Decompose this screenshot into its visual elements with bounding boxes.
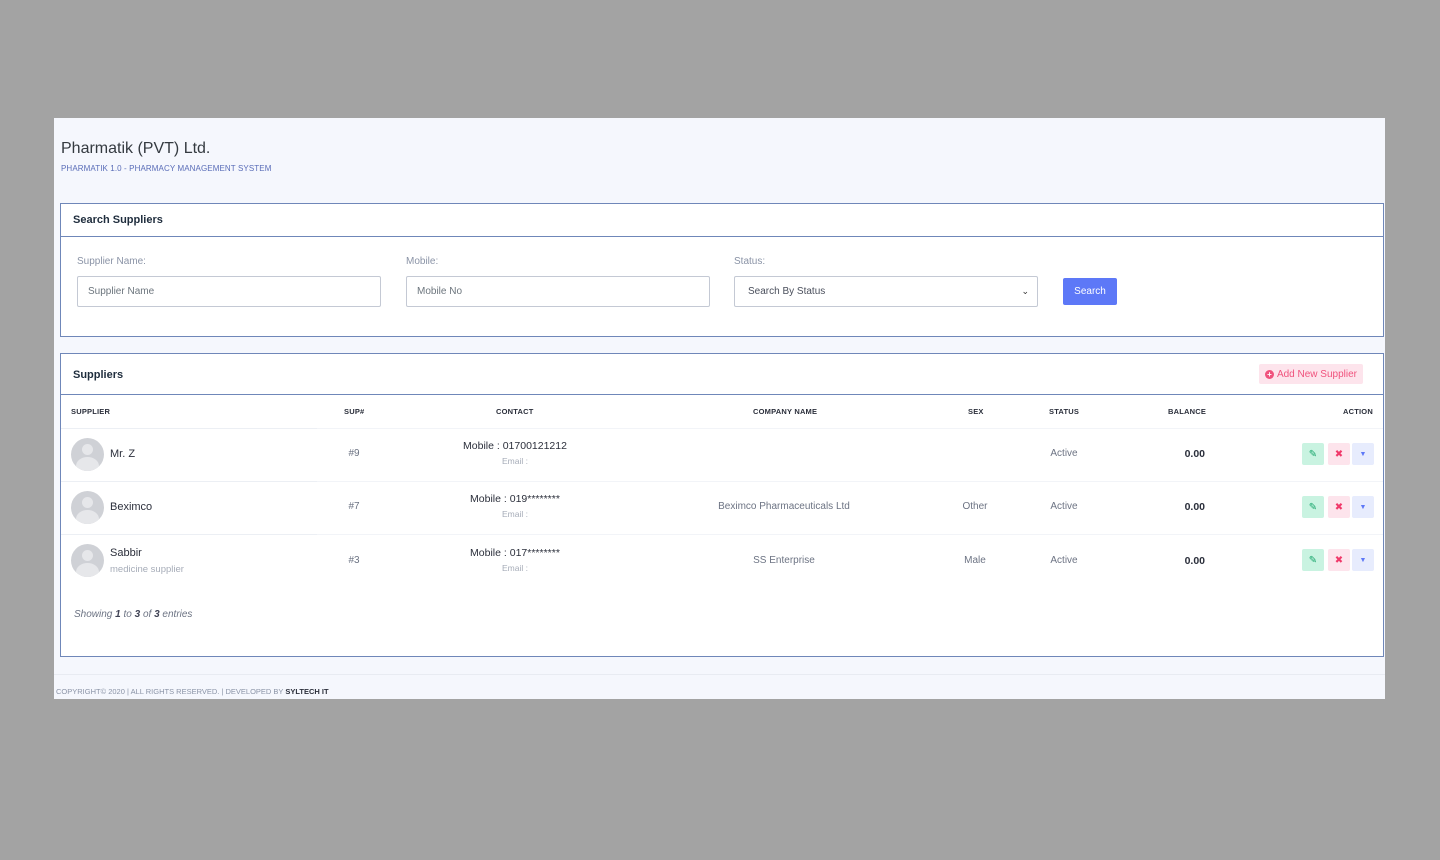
page-subtitle: PHARMATIK 1.0 - PHARMACY MANAGEMENT SYST… bbox=[61, 164, 272, 173]
close-icon: ✖ bbox=[1334, 501, 1344, 513]
chevron-down-icon: ▼ bbox=[1359, 503, 1367, 511]
supplier-balance: 0.00 bbox=[1184, 448, 1205, 460]
add-new-supplier-button[interactable]: + Add New Supplier bbox=[1258, 364, 1363, 384]
suppliers-card-title: Suppliers bbox=[73, 369, 124, 381]
row-divider bbox=[317, 428, 1383, 429]
suppliers-card: Suppliers + Add New Supplier SUPPLIER SU… bbox=[60, 353, 1384, 657]
column-header-action: ACTION bbox=[1343, 407, 1373, 416]
column-header-supplier[interactable]: SUPPLIER bbox=[71, 407, 110, 416]
supplier-name-input[interactable] bbox=[77, 276, 381, 307]
edit-button[interactable]: ✎ bbox=[1302, 496, 1324, 518]
supplier-number: #7 bbox=[348, 501, 360, 512]
footer-developer-link[interactable]: SYLTECH IT bbox=[285, 687, 328, 696]
status-text: Active bbox=[1050, 501, 1078, 512]
company-name: SS Enterprise bbox=[753, 555, 815, 566]
close-icon: ✖ bbox=[1334, 448, 1344, 460]
search-button[interactable]: Search bbox=[1063, 278, 1117, 305]
suppliers-card-header: Suppliers + Add New Supplier bbox=[61, 354, 1383, 395]
contact-email: Email : bbox=[502, 509, 528, 519]
supplier-name: Beximco bbox=[110, 501, 153, 513]
mobile-label: Mobile: bbox=[406, 256, 439, 267]
column-header-balance[interactable]: BALANCE bbox=[1168, 407, 1206, 416]
footer-divider bbox=[54, 674, 1385, 675]
table-row: Mr. Z #9 Mobile : 01700121212 Email : Ac… bbox=[61, 428, 1383, 481]
chevron-down-icon: ▼ bbox=[1359, 556, 1367, 564]
status-select-value: Search By Status bbox=[748, 286, 826, 297]
row-divider bbox=[61, 428, 317, 429]
more-actions-button[interactable]: ▼ bbox=[1352, 443, 1374, 465]
supplier-name-label: Supplier Name: bbox=[77, 256, 146, 267]
footer-copyright: COPYRIGHT© 2020 | ALL RIGHTS RESERVED. |… bbox=[56, 687, 284, 696]
supplier-name: Mr. Z bbox=[110, 448, 136, 460]
pencil-icon: ✎ bbox=[1308, 448, 1318, 460]
chevron-down-icon: ▼ bbox=[1359, 450, 1367, 458]
search-card-title: Search Suppliers bbox=[61, 204, 1383, 237]
supplier-balance: 0.00 bbox=[1184, 555, 1205, 567]
page-title: Pharmatik (PVT) Ltd. bbox=[61, 140, 211, 157]
mobile-input[interactable] bbox=[406, 276, 710, 307]
delete-button[interactable]: ✖ bbox=[1328, 496, 1350, 518]
supplier-balance: 0.00 bbox=[1184, 501, 1205, 513]
plus-circle-icon: + bbox=[1264, 369, 1274, 379]
column-header-status[interactable]: STATUS bbox=[1049, 407, 1079, 416]
status-label: Status: bbox=[734, 256, 766, 267]
chevron-down-icon: ⌄ bbox=[1021, 286, 1029, 296]
supplier-number: #9 bbox=[348, 448, 360, 459]
column-header-sex[interactable]: SEX bbox=[968, 407, 984, 416]
pencil-icon: ✎ bbox=[1308, 501, 1318, 513]
row-divider bbox=[317, 481, 1383, 482]
column-header-contact[interactable]: CONTACT bbox=[496, 407, 534, 416]
pencil-icon: ✎ bbox=[1308, 554, 1318, 566]
supplier-sex: Male bbox=[964, 555, 986, 566]
contact-mobile: Mobile : 017******** bbox=[470, 547, 560, 559]
contact-email: Email : bbox=[502, 563, 528, 573]
avatar bbox=[71, 544, 104, 577]
more-actions-button[interactable]: ▼ bbox=[1352, 496, 1374, 518]
column-header-company[interactable]: COMPANY NAME bbox=[753, 407, 817, 416]
table-row: Beximco #7 Mobile : 019******** Email : … bbox=[61, 481, 1383, 534]
status-text: Active bbox=[1050, 448, 1078, 459]
supplier-number: #3 bbox=[348, 555, 360, 566]
add-new-supplier-label: Add New Supplier bbox=[1276, 368, 1357, 380]
row-divider bbox=[61, 481, 317, 482]
app-window: Pharmatik (PVT) Ltd. PHARMATIK 1.0 - PHA… bbox=[54, 118, 1385, 699]
contact-email: Email : bbox=[502, 456, 528, 466]
more-actions-button[interactable]: ▼ bbox=[1352, 549, 1374, 571]
supplier-sex: Other bbox=[962, 501, 988, 512]
delete-button[interactable]: ✖ bbox=[1328, 549, 1350, 571]
row-divider bbox=[317, 534, 1383, 535]
company-name: Beximco Pharmaceuticals Ltd bbox=[718, 501, 850, 512]
supplier-note: medicine supplier bbox=[110, 564, 184, 575]
supplier-name: Sabbir bbox=[110, 547, 142, 559]
search-suppliers-card: Search Suppliers Supplier Name: Mobile: … bbox=[60, 203, 1384, 337]
close-icon: ✖ bbox=[1334, 554, 1344, 566]
contact-mobile: Mobile : 019******** bbox=[470, 493, 560, 505]
contact-mobile: Mobile : 01700121212 bbox=[463, 440, 567, 452]
edit-button[interactable]: ✎ bbox=[1302, 549, 1324, 571]
avatar bbox=[71, 438, 104, 471]
table-row: Sabbir medicine supplier #3 Mobile : 017… bbox=[61, 534, 1383, 587]
row-divider bbox=[61, 534, 317, 535]
delete-button[interactable]: ✖ bbox=[1328, 443, 1350, 465]
column-header-sup-no[interactable]: SUP# bbox=[344, 407, 364, 416]
edit-button[interactable]: ✎ bbox=[1302, 443, 1324, 465]
avatar bbox=[71, 491, 104, 524]
status-select[interactable]: Search By Status ⌄ bbox=[734, 276, 1038, 307]
status-text: Active bbox=[1050, 555, 1078, 566]
entries-info: Showing 1 to 3 of 3 entries bbox=[74, 609, 193, 620]
footer: COPYRIGHT© 2020 | ALL RIGHTS RESERVED. |… bbox=[56, 687, 329, 696]
